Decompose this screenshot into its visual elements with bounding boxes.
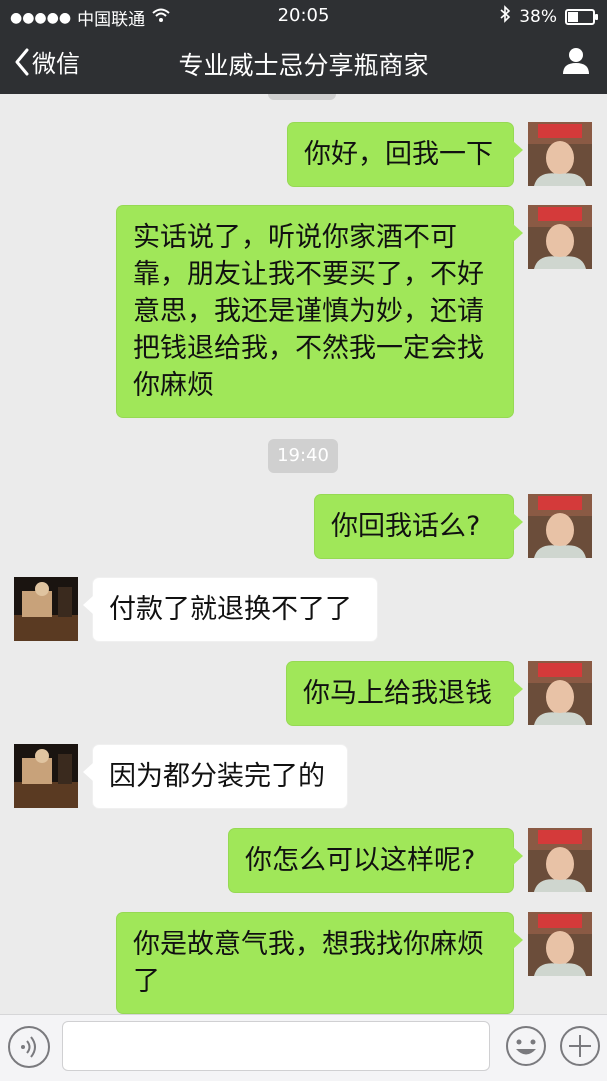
voice-button[interactable] <box>6 1024 52 1074</box>
contact-avatar[interactable] <box>14 744 78 808</box>
my-avatar[interactable] <box>528 122 592 186</box>
my-avatar[interactable] <box>528 205 592 269</box>
plus-icon <box>558 1026 602 1072</box>
message-bubble-received[interactable]: 付款了就退换不了了 <box>83 577 378 642</box>
battery-percent: 38% <box>519 6 557 27</box>
message-bubble-sent[interactable]: 实话说了，听说你家酒不可靠，朋友让我不要买了，不好意思，我还是谨慎为妙，还请把钱… <box>116 205 523 418</box>
emoji-button[interactable] <box>504 1024 548 1072</box>
person-icon <box>561 48 591 80</box>
status-bar: ●●●●● 中国联通 20:05 38% <box>0 0 607 32</box>
voice-icon <box>6 1026 52 1074</box>
message-bubble-sent[interactable]: 你好，回我一下 <box>287 122 523 187</box>
message-bubble-sent[interactable]: 你是故意气我，想我找你麻烦了 <box>116 912 523 1014</box>
previous-timestamp-edge <box>268 94 336 100</box>
my-avatar[interactable] <box>528 661 592 725</box>
message-bubble-sent[interactable]: 你回我话么? <box>314 494 523 559</box>
emoji-icon <box>504 1026 548 1072</box>
profile-button[interactable] <box>561 46 591 80</box>
my-avatar[interactable] <box>528 494 592 558</box>
timestamp: 19:40 <box>268 439 338 473</box>
input-bar <box>0 1014 607 1081</box>
message-bubble-sent[interactable]: 你马上给我退钱 <box>286 661 523 726</box>
contact-avatar[interactable] <box>14 577 78 641</box>
message-bubble-received[interactable]: 因为都分装完了的 <box>83 744 348 809</box>
my-avatar[interactable] <box>528 828 592 892</box>
top-bar: ●●●●● 中国联通 20:05 38% 微信 专业威士忌分享瓶商家 <box>0 0 607 94</box>
message-input[interactable] <box>62 1021 490 1071</box>
bluetooth-icon <box>499 5 511 28</box>
message-bubble-sent[interactable]: 你怎么可以这样呢? <box>228 828 523 893</box>
battery-icon <box>565 8 598 25</box>
chat-area[interactable]: 你好，回我一下 实话说了，听说你家酒不可靠，朋友让我不要买了，不好意思，我还是谨… <box>0 94 607 1014</box>
my-avatar[interactable] <box>528 912 592 976</box>
chat-title: 专业威士忌分享瓶商家 <box>178 51 429 80</box>
more-button[interactable] <box>558 1024 602 1072</box>
navigation-bar: 微信 专业威士忌分享瓶商家 <box>0 32 607 94</box>
